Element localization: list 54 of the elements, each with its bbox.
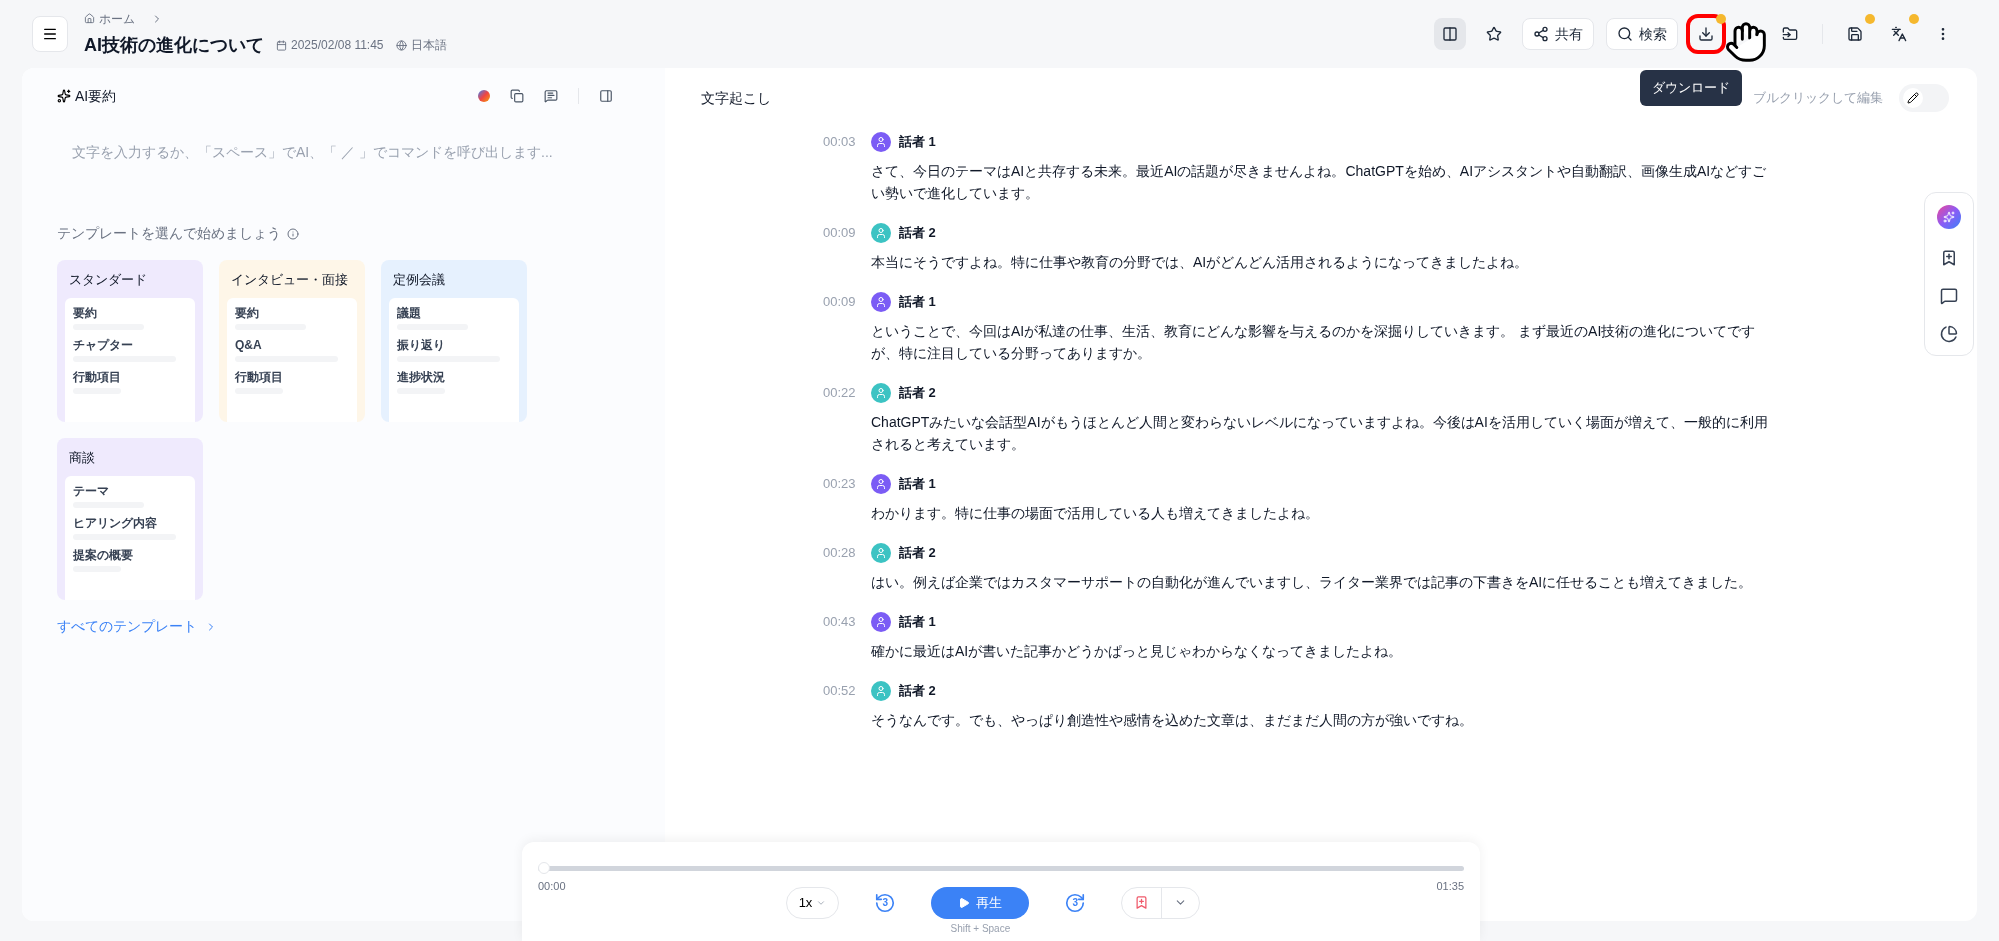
transcript-text: そうなんです。でも、やっぱり創造性や感情を込めた文章は、まだまだ人間の方が強いですね。	[870, 711, 1474, 730]
transcript-text: はい。例えば企業ではカスタマーサポートの自動化が進んでいますし、ライター業界では記事の下書きをAIに任せることも増えてきました。	[870, 573, 1754, 592]
preview-label: テーマ	[73, 483, 110, 498]
preview-label: Q&A	[235, 337, 263, 352]
panel-title: AI要約	[75, 86, 117, 106]
duration-time: 01:35	[1436, 879, 1464, 894]
template-title: スタンダード	[68, 271, 148, 289]
template-title: インタビュー・面接	[230, 271, 349, 289]
transcript-text: 確かに最近はAIが書いた記事かどうかぱっと見じゃわからなくなってきましたよね。	[870, 642, 1404, 661]
speaker-name[interactable]: 話者 1	[899, 292, 936, 312]
templates-heading: テンプレートを選んで始めましょう	[57, 224, 281, 243]
template-title: 定例会議	[392, 271, 446, 289]
date-text: 2025/02/08 11:45	[291, 37, 384, 54]
template-card[interactable]: インタビュー・面接 要約 Q&A 行動項目	[219, 260, 365, 422]
template-card[interactable]: 商談 テーマ ヒアリング内容 提案の概要	[57, 438, 203, 600]
speaker-name[interactable]: 話者 1	[899, 612, 936, 632]
transcript-text: 本当にそうですよね。特に仕事や教育の分野では、AIがどんどん活用されるようになってきましたよね。	[870, 253, 1530, 272]
speaker-name[interactable]: 話者 2	[899, 223, 936, 243]
shortcut-hint: Shift + Space	[950, 921, 1011, 936]
skip-forward-button[interactable]: 3	[1059, 886, 1092, 919]
breadcrumb-link[interactable]: ホーム	[99, 9, 135, 28]
preview-label: 行動項目	[73, 369, 122, 384]
transcript-text: ということで、今回はAIが私達の仕事、生活、教育にどんな影響を与えるのかを深掘りしていきます。 まず最近のAI技術の進化についてですが、特に注目している分野ってありますか。	[870, 322, 1757, 363]
language-text: 日本語	[410, 37, 447, 54]
speaker-name[interactable]: 話者 1	[899, 474, 936, 494]
search-button[interactable]: 検索	[1606, 18, 1678, 50]
preview-label: 要約	[235, 305, 260, 320]
speaker-name[interactable]: 話者 2	[899, 543, 936, 563]
panel-title: 文字起こし	[701, 88, 771, 108]
preview-label: 進捗状況	[397, 369, 446, 384]
template-title: 商談	[68, 449, 96, 467]
skip-back-button[interactable]: 3	[869, 886, 902, 919]
all-templates-link[interactable]: すべてのテンプレート	[57, 616, 217, 637]
template-card[interactable]: 定例会議 議題 振り返り 進捗状況	[381, 260, 527, 422]
preview-label: 行動項目	[235, 369, 284, 384]
preview-label: 要約	[73, 305, 98, 320]
preview-label: チャプター	[73, 337, 134, 352]
play-button[interactable]: 再生	[931, 886, 1030, 919]
transcript-text: わかります。特に仕事の場面で活用している人も増えてきましたよね。	[870, 504, 1320, 523]
preview-label: 提案の概要	[73, 547, 134, 562]
transcript-text: さて、今日のテーマはAIと共存する未来。最近AIの話題が尽きませんよね。ChatGPTを始め、AIアシスタントや自動翻訳、画像生成AIなどすごい勢いで進化しています。	[870, 162, 1768, 203]
document-title: AI技術の進化について	[84, 33, 264, 57]
transcript-text: ChatGPTみたいな会話型AIがもうほとんど人間と変わらないレベルになっていますよね。今後はAIを活用していく場面が増えて、一般的に利用されると考えています。	[870, 413, 1769, 454]
share-button[interactable]: 共有	[1522, 18, 1594, 50]
speaker-name[interactable]: 話者 2	[899, 681, 936, 701]
speaker-name[interactable]: 話者 1	[899, 132, 936, 152]
current-time: 00:00	[538, 879, 566, 894]
speaker-name[interactable]: 話者 2	[899, 383, 936, 403]
summary-input[interactable]: 文字を入力するか、「スペース」でAI、「 ／ 」でコマンドを呼び出します...	[72, 142, 631, 163]
preview-label: ヒアリング内容	[73, 515, 158, 530]
template-card[interactable]: スタンダード 要約 チャプター 行動項目	[57, 260, 203, 422]
preview-label: 議題	[397, 305, 422, 320]
preview-label: 振り返り	[397, 337, 446, 352]
tooltip: ダウンロード	[1640, 70, 1742, 106]
